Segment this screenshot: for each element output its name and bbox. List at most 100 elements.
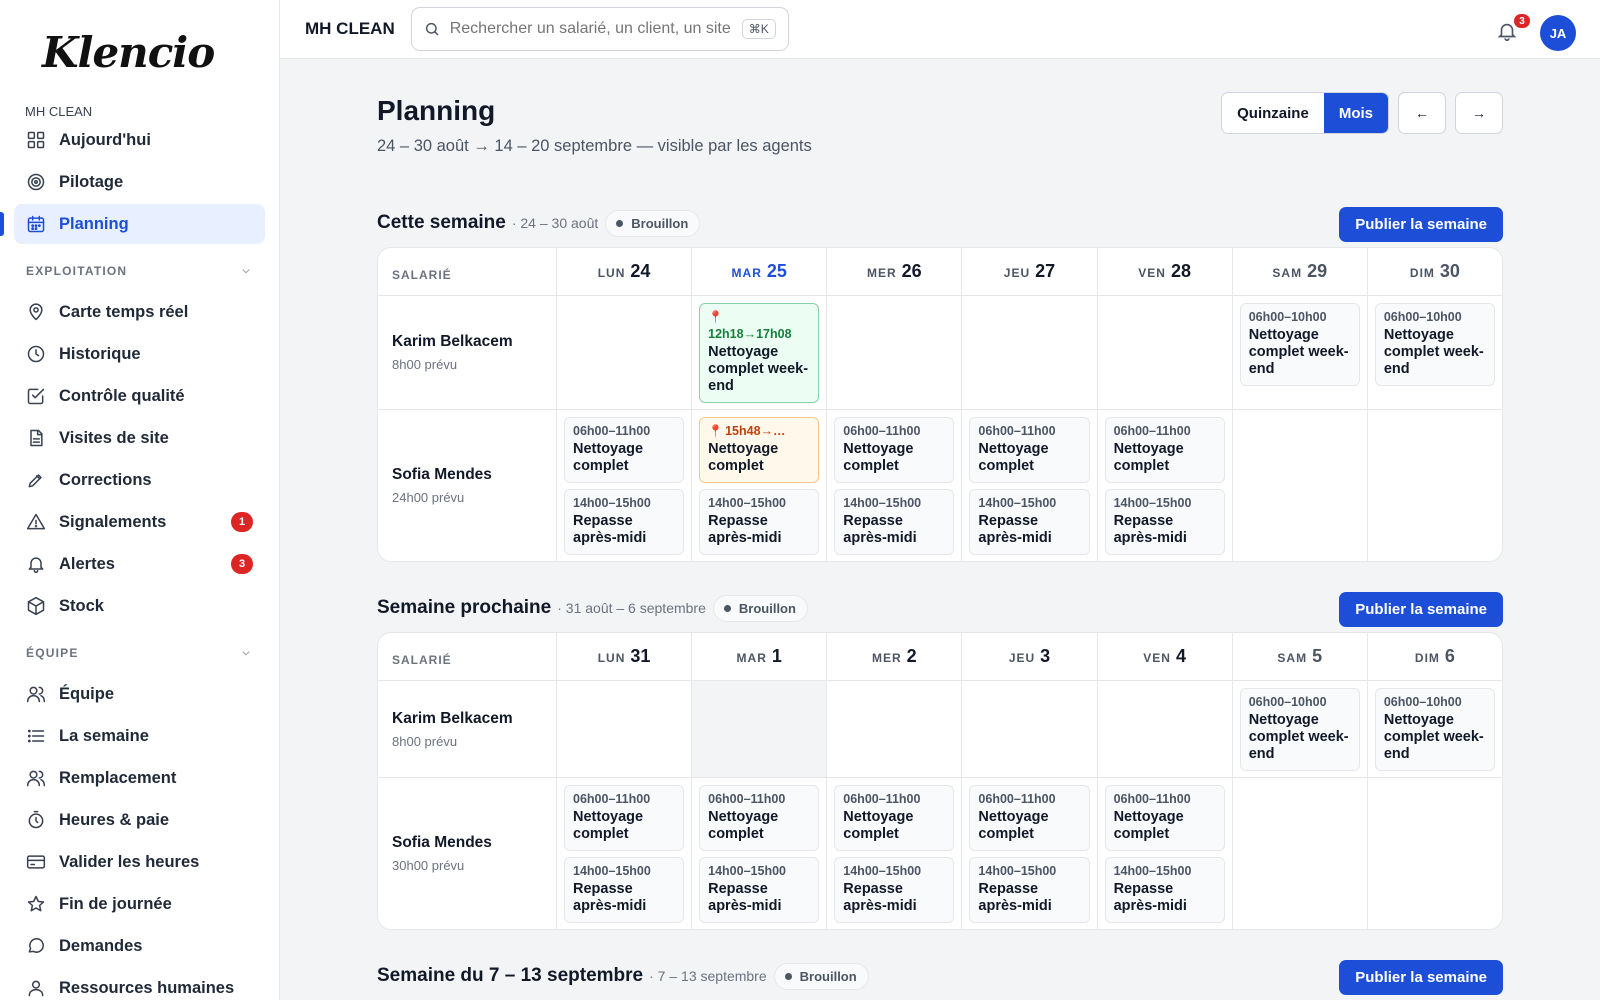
employee-name[interactable]: Karim Belkacem (392, 710, 542, 728)
employee-name[interactable]: Sofia Mendes (392, 834, 542, 852)
day-number: 2 (906, 646, 917, 666)
day-cell[interactable] (556, 296, 692, 410)
next-period-button[interactable]: → (1455, 92, 1503, 134)
sidebar-item-demandes[interactable]: Demandes (14, 926, 265, 966)
sidebar-item-ressources-humaines[interactable]: Ressources humaines (14, 968, 265, 1000)
shift-time: 06h00–11h00 (708, 792, 786, 806)
shift-card[interactable]: 14h00–15h00 Repasse après-midi (969, 857, 1090, 923)
day-cell[interactable] (1231, 778, 1367, 929)
shift-card[interactable]: 06h00–11h00 Nettoyage complet (969, 785, 1090, 851)
day-cell[interactable]: 06h00–10h00 Nettoyage complet week-end (1366, 296, 1502, 410)
shift-card[interactable]: 14h00–15h00 Repasse après-midi (1104, 857, 1225, 923)
day-cell[interactable] (1096, 681, 1232, 778)
shift-card[interactable]: 06h00–10h00 Nettoyage complet week-end (1239, 303, 1360, 386)
shift-card[interactable]: 14h00–15h00 Repasse après-midi (834, 857, 955, 923)
week-section: Cette semaine · 24 – 30 août Brouillon Publ… (377, 199, 1503, 584)
shift-card[interactable]: 06h00–11h00 Nettoyage complet (834, 785, 955, 851)
app-logo[interactable]: Klencio (0, 0, 279, 104)
view-mois-button[interactable]: Mois (1323, 93, 1388, 133)
day-header: SAM 29 (1231, 248, 1367, 296)
day-cell[interactable]: 06h00–11h00 Nettoyage complet 14h00–15h00 R… (556, 410, 691, 561)
day-cell[interactable] (826, 296, 962, 410)
view-quinzaine-button[interactable]: Quinzaine (1222, 93, 1324, 133)
shift-card[interactable]: 14h00–15h00 Repasse après-midi (834, 489, 955, 555)
notifications-button[interactable]: 3 (1496, 13, 1531, 46)
employee-name[interactable]: Karim Belkacem (392, 333, 542, 351)
day-cell[interactable]: 06h00–10h00 Nettoyage complet week-end (1366, 681, 1502, 778)
sidebar-item-valider-les-heures[interactable]: Valider les heures (14, 842, 265, 882)
sidebar-item-corrections[interactable]: Corrections (14, 460, 265, 500)
day-cell[interactable] (1366, 778, 1502, 929)
warning-icon (26, 513, 46, 530)
user-avatar[interactable]: JA (1540, 15, 1576, 51)
sidebar-item-alertes[interactable]: Alertes 3 (14, 544, 265, 584)
shift-card[interactable]: 14h00–15h00 Repasse après-midi (1104, 489, 1225, 555)
prev-period-button[interactable]: ← (1398, 92, 1446, 134)
shift-card[interactable]: 06h00–10h00 Nettoyage complet week-end (1374, 303, 1495, 386)
shift-time: 06h00–11h00 (1113, 424, 1191, 438)
sidebar-item-heures-paie[interactable]: Heures & paie (14, 800, 265, 840)
shift-card[interactable]: 📍 12h18→17h08 Nettoyage complet week-end (699, 303, 820, 403)
search-input[interactable] (449, 20, 732, 38)
day-number: 24 (630, 261, 651, 281)
day-cell[interactable] (961, 681, 1097, 778)
shift-card[interactable]: 14h00–15h00 Repasse après-midi (564, 489, 685, 555)
sidebar-item-planning[interactable]: Planning (0, 204, 265, 244)
day-number: 1 (771, 646, 782, 666)
shift-card[interactable]: 06h00–11h00 Nettoyage complet (1104, 417, 1225, 483)
sidebar-item-visites-de-site[interactable]: Visites de site (14, 418, 265, 458)
employee-row: Sofia Mendes 24h00 prévu 06h00–11h00 Nettoy… (378, 410, 1502, 561)
sidebar-item-signalements[interactable]: Signalements 1 (14, 502, 265, 542)
shift-card[interactable]: 06h00–10h00 Nettoyage complet week-end (1374, 688, 1495, 771)
day-cell[interactable]: 06h00–10h00 Nettoyage complet week-end (1231, 296, 1367, 410)
day-cell[interactable]: 06h00–11h00 Nettoyage complet 14h00–15h00 R… (961, 410, 1096, 561)
sidebar-item-controle-qualite[interactable]: Contrôle qualité (14, 376, 265, 416)
shift-card[interactable]: 14h00–15h00 Repasse après-midi (564, 857, 685, 923)
sidebar-item-aujourd-hui[interactable]: Aujourd'hui (14, 120, 265, 160)
day-cell[interactable]: 06h00–10h00 Nettoyage complet week-end (1231, 681, 1367, 778)
day-cell[interactable]: 06h00–11h00 Nettoyage complet 14h00–15h00 R… (691, 778, 826, 929)
day-cell[interactable] (826, 681, 962, 778)
sidebar-section-exploitation[interactable]: EXPLOITATION (0, 250, 279, 292)
shift-card[interactable]: 06h00–10h00 Nettoyage complet week-end (1239, 688, 1360, 771)
sidebar-item-pilotage[interactable]: Pilotage (14, 162, 265, 202)
shift-card[interactable]: 06h00–11h00 Nettoyage complet (834, 417, 955, 483)
sidebar-item-la-semaine[interactable]: La semaine (14, 716, 265, 756)
shift-card[interactable]: 14h00–15h00 Repasse après-midi (969, 489, 1090, 555)
day-cell[interactable] (1231, 410, 1367, 561)
day-cell[interactable] (691, 681, 827, 778)
publish-week-button[interactable]: Publier la semaine (1339, 960, 1503, 995)
shift-card[interactable]: 06h00–11h00 Nettoyage complet (969, 417, 1090, 483)
day-cell[interactable] (1096, 296, 1232, 410)
day-cell[interactable]: 06h00–11h00 Nettoyage complet 14h00–15h00 R… (826, 778, 961, 929)
day-cell[interactable]: 06h00–11h00 Nettoyage complet 14h00–15h00 R… (556, 778, 691, 929)
shift-card[interactable]: 📍 15h48→… Nettoyage complet (699, 417, 820, 483)
sidebar-section-equipe[interactable]: ÉQUIPE (0, 632, 279, 674)
publish-week-button[interactable]: Publier la semaine (1339, 592, 1503, 627)
search-box[interactable]: ⌘K (410, 7, 789, 51)
shift-card[interactable]: 06h00–11h00 Nettoyage complet (1104, 785, 1225, 851)
shift-card[interactable]: 14h00–15h00 Repasse après-midi (699, 857, 820, 923)
day-cell[interactable]: 📍 12h18→17h08 Nettoyage complet week-end (691, 296, 827, 410)
shift-card[interactable]: 14h00–15h00 Repasse après-midi (699, 489, 820, 555)
shift-card[interactable]: 06h00–11h00 Nettoyage complet (564, 785, 685, 851)
shift-card[interactable]: 06h00–11h00 Nettoyage complet (699, 785, 820, 851)
sidebar-item-equipe[interactable]: Équipe (14, 674, 265, 714)
day-cell[interactable]: 06h00–11h00 Nettoyage complet 14h00–15h00 R… (1096, 410, 1232, 561)
day-cell[interactable]: 06h00–11h00 Nettoyage complet 14h00–15h00 R… (1096, 778, 1232, 929)
day-cell[interactable]: 06h00–11h00 Nettoyage complet 14h00–15h00 R… (826, 410, 961, 561)
sidebar-item-stock[interactable]: Stock (14, 586, 265, 626)
shift-card[interactable]: 06h00–11h00 Nettoyage complet (564, 417, 685, 483)
sidebar-item-remplacement[interactable]: Remplacement (14, 758, 265, 798)
day-cell[interactable] (1366, 410, 1502, 561)
sidebar-item-historique[interactable]: Historique (14, 334, 265, 374)
sidebar-item-carte-temps-reel[interactable]: Carte temps réel (14, 292, 265, 332)
employee-name[interactable]: Sofia Mendes (392, 466, 542, 484)
day-cell[interactable] (961, 296, 1097, 410)
day-cell[interactable]: 📍 15h48→… Nettoyage complet 14h00–15h00 Repa… (691, 410, 826, 561)
day-cell[interactable] (556, 681, 692, 778)
publish-week-button[interactable]: Publier la semaine (1339, 207, 1503, 242)
sidebar-item-fin-de-journee[interactable]: Fin de journée (14, 884, 265, 924)
week-title: Cette semaine (377, 212, 506, 233)
day-cell[interactable]: 06h00–11h00 Nettoyage complet 14h00–15h00 R… (961, 778, 1096, 929)
